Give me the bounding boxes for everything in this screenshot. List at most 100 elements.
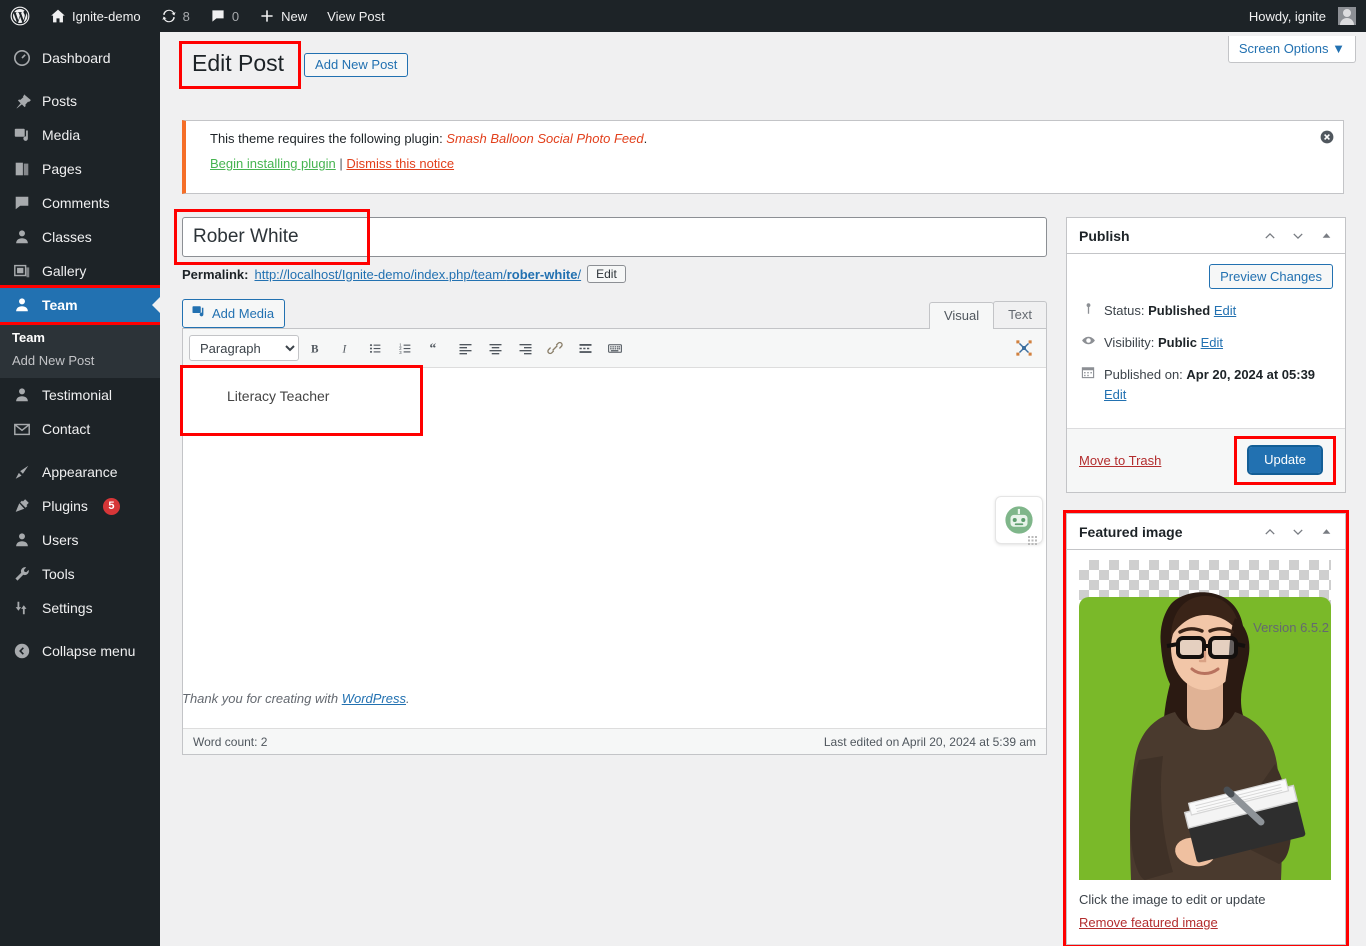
sidebar-item-team[interactable]: Team (0, 288, 160, 322)
publish-box-title: Publish (1079, 227, 1130, 244)
sidebar-item-label: Posts (42, 93, 78, 109)
sidebar-item-plugins[interactable]: Plugins 5 (0, 489, 160, 523)
chevron-down-icon[interactable] (1285, 518, 1311, 546)
sidebar-item-appearance[interactable]: Appearance (0, 455, 160, 489)
sidebar-item-label: Comments (42, 195, 110, 211)
new-content-menu[interactable]: New (249, 0, 317, 32)
update-button[interactable]: Update (1247, 445, 1323, 475)
numbered-list-icon[interactable]: 123 (391, 334, 419, 362)
sidebar-item-dashboard[interactable]: Dashboard (0, 41, 160, 75)
view-post-link[interactable]: View Post (317, 0, 395, 32)
sidebar-item-label: Gallery (42, 263, 87, 279)
blockquote-icon[interactable]: “ (421, 334, 449, 362)
notice-separator: | (339, 156, 343, 171)
featured-image-thumbnail[interactable]: Version 6.5.2 (1079, 560, 1331, 880)
tab-visual[interactable]: Visual (928, 302, 995, 329)
visibility-edit-link[interactable]: Edit (1201, 335, 1223, 350)
link-icon[interactable] (541, 334, 569, 362)
sidebar-item-pages[interactable]: Pages (0, 152, 160, 186)
gallery-icon (12, 261, 32, 281)
permalink-link[interactable]: http://localhost/Ignite-demo/index.php/t… (254, 267, 581, 282)
post-title-input[interactable] (182, 217, 1047, 257)
sidebar-item-testimonial[interactable]: Testimonial (0, 378, 160, 412)
eye-icon (1079, 333, 1097, 354)
post-body: Permalink: http://localhost/Ignite-demo/… (174, 209, 1047, 755)
comments-menu[interactable]: 0 (200, 0, 249, 32)
footer-thanks: Thank you for creating with WordPress. (182, 691, 582, 706)
align-left-icon[interactable] (451, 334, 479, 362)
permalink-row: Permalink: http://localhost/Ignite-demo/… (182, 265, 1047, 283)
published-value: Apr 20, 2024 at 05:39 (1186, 367, 1316, 382)
align-right-icon[interactable] (511, 334, 539, 362)
sidebar-item-collapse-menu[interactable]: Collapse menu (0, 634, 160, 668)
chevron-down-icon[interactable] (1285, 222, 1311, 250)
permalink-slug: rober-white (506, 266, 578, 282)
fullscreen-icon[interactable] (1010, 334, 1038, 362)
sidebar-item-media[interactable]: Media (0, 118, 160, 152)
comments-count: 0 (231, 8, 240, 24)
chevron-up-icon[interactable] (1257, 518, 1283, 546)
publish-box: Publish Preview Changes Status: Publishe… (1066, 217, 1346, 493)
dismiss-this-notice-link[interactable]: Dismiss this notice (346, 156, 454, 171)
close-circle-icon[interactable] (1319, 129, 1335, 145)
screen-options-button[interactable]: Screen Options ▼ (1227, 36, 1356, 63)
page-title-highlight: Edit Post (178, 41, 302, 89)
sidebar-item-tools[interactable]: Tools (0, 557, 160, 591)
sidebar-item-label: Media (42, 127, 81, 143)
tab-text[interactable]: Text (993, 301, 1047, 328)
comment-icon (12, 193, 32, 213)
visibility-label: Visibility: (1104, 334, 1155, 350)
edit-permalink-button[interactable]: Edit (587, 265, 626, 283)
align-center-icon[interactable] (481, 334, 509, 362)
howdy-label: Howdy, ignite (1248, 8, 1326, 24)
featured-image-box: Featured image Version 6.5.2 Click the i… (1063, 510, 1349, 946)
add-media-button[interactable]: Add Media (182, 299, 286, 328)
read-more-icon[interactable] (571, 334, 599, 362)
sidebar-item-gallery[interactable]: Gallery (0, 254, 160, 288)
add-new-post-button[interactable]: Add New Post (304, 52, 409, 77)
toggle-panel-icon[interactable] (1313, 518, 1339, 546)
pages-icon (12, 159, 32, 179)
sidebar-item-contact[interactable]: Contact (0, 412, 160, 446)
sidebar-item-classes[interactable]: Classes (0, 220, 160, 254)
site-name-menu[interactable]: Ignite-demo (40, 0, 151, 32)
submenu-item-add-new-post[interactable]: Add New Post (0, 349, 160, 372)
sidebar-item-label: Appearance (42, 464, 118, 480)
publish-actions: Move to Trash Update (1067, 428, 1345, 492)
sidebar-item-label: Team (42, 297, 78, 313)
begin-installing-plugin-link[interactable]: Begin installing plugin (210, 156, 336, 171)
sidebar-item-settings[interactable]: Settings (0, 591, 160, 625)
published-edit-link[interactable]: Edit (1104, 387, 1126, 402)
screen-options-label: Screen Options (1238, 41, 1329, 56)
move-to-trash-link[interactable]: Move to Trash (1079, 453, 1161, 468)
sidebar-item-comments[interactable]: Comments (0, 186, 160, 220)
featured-image-header: Featured image (1067, 514, 1345, 550)
bold-icon[interactable]: B (301, 334, 329, 362)
wordpress-link[interactable]: WordPress (342, 691, 406, 706)
editor-content-area[interactable]: Literacy Teacher (180, 365, 1046, 728)
page-header: Edit Post Add New Post (178, 41, 409, 89)
drag-handle-dots[interactable] (1028, 529, 1037, 545)
submenu-item-team[interactable]: Team (0, 326, 160, 349)
account-menu[interactable]: Howdy, ignite (1239, 0, 1366, 32)
remove-featured-image-link[interactable]: Remove featured image (1067, 911, 1345, 944)
publish-box-body: Preview Changes Status: Published Edit V… (1067, 254, 1345, 428)
status-edit-link[interactable]: Edit (1214, 303, 1236, 318)
paragraph-format-select[interactable]: Paragraph (189, 335, 299, 361)
publish-box-handles (1257, 222, 1345, 250)
sidebar-item-users[interactable]: Users (0, 523, 160, 557)
permalink-label: Permalink: (182, 266, 249, 282)
chevron-up-icon[interactable] (1257, 222, 1283, 250)
menu-spacer (0, 32, 160, 41)
toggle-panel-icon[interactable] (1313, 222, 1339, 250)
preview-changes-button[interactable]: Preview Changes (1209, 264, 1333, 289)
wordpress-logo-button[interactable] (0, 0, 40, 32)
sidebar-item-posts[interactable]: Posts (0, 84, 160, 118)
bulleted-list-icon[interactable] (361, 334, 389, 362)
wordpress-logo-icon (10, 6, 30, 26)
italic-icon[interactable]: I (331, 334, 359, 362)
editor-wrapper: Add Media Visual Text Paragraph B I 1 2 … (180, 299, 1047, 755)
updates-menu[interactable]: 8 (151, 0, 200, 32)
toolbar-toggle-icon[interactable] (601, 334, 629, 362)
robot-icon[interactable] (995, 496, 1043, 545)
